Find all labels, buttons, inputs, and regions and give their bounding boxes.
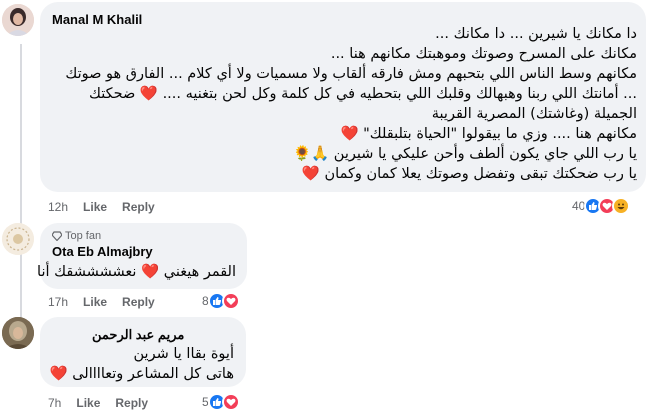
reaction-summary[interactable]: 8 bbox=[202, 292, 240, 310]
reply-button[interactable]: Reply bbox=[122, 200, 155, 214]
comment-actions: 12h Like Reply bbox=[48, 200, 155, 214]
comment-line: الجميلة (وغاشتك) المصرية القريبة bbox=[431, 106, 637, 122]
top-fan-label: Top fan bbox=[65, 230, 102, 242]
avatar[interactable] bbox=[2, 223, 34, 255]
reply-button[interactable]: Reply bbox=[122, 295, 155, 309]
avatar[interactable] bbox=[2, 4, 34, 36]
like-button[interactable]: Like bbox=[83, 200, 107, 214]
reaction-summary[interactable]: 40 bbox=[572, 197, 631, 215]
profile-photo-icon bbox=[2, 4, 34, 36]
avatar[interactable] bbox=[2, 317, 34, 349]
comment-author[interactable]: Ota Eb Almajbry bbox=[52, 244, 153, 259]
haha-icon bbox=[612, 197, 631, 215]
comment-line: يا رب اللي جاي يكون ألطف وأحن عليكي يا ش… bbox=[293, 146, 637, 162]
reaction-summary[interactable]: 5 bbox=[202, 393, 240, 411]
diamond-icon bbox=[52, 231, 62, 241]
profile-photo-icon bbox=[2, 223, 34, 255]
comment-line: يا رب ضحكتك تبقى وتفضل وصوتك يعلا كمان و… bbox=[301, 166, 637, 182]
comment-line: القمر هيغني ❤️ نعششششقك أنا bbox=[37, 264, 236, 280]
reply-button[interactable]: Reply bbox=[115, 396, 148, 410]
comment-line: ... أمانتك اللي ربنا وهبهالك وقلبك اللي … bbox=[89, 86, 637, 102]
comment-line: دا مكانك يا شيرين ... دا مكانك ... bbox=[435, 26, 637, 42]
comment-text: دا مكانك يا شيرين ... دا مكانك ... مكانك… bbox=[37, 24, 637, 184]
comment-text: أيوة بقاا يا شرين هاتى كل المشاعر وتعااا… bbox=[50, 344, 234, 384]
comment-line: أيوة بقاا يا شرين bbox=[133, 346, 234, 362]
like-button[interactable]: Like bbox=[76, 396, 100, 410]
comment-line: مكانهم وسط الناس اللي بتحبهم ومش فارقه أ… bbox=[65, 66, 637, 82]
comment-age[interactable]: 7h bbox=[48, 396, 61, 410]
comment-line: هاتى كل المشاعر وتعاااالى ❤️ bbox=[49, 366, 234, 382]
comment-actions: 17h Like Reply bbox=[48, 295, 155, 309]
love-icon bbox=[221, 292, 240, 310]
comment-line: مكانك على المسرح وصوتك وموهبتك مكانهم هن… bbox=[330, 46, 637, 62]
comment-age[interactable]: 12h bbox=[48, 200, 68, 214]
comment-actions: 7h Like Reply bbox=[48, 396, 148, 410]
comment-line: مكانهم هنا .... وزي ما بيقولوا "الحياة ب… bbox=[340, 126, 637, 142]
reaction-count: 40 bbox=[572, 199, 586, 213]
top-fan-badge: Top fan bbox=[52, 230, 101, 242]
comment-text: القمر هيغني ❤️ نعششششقك أنا bbox=[37, 262, 236, 282]
love-icon bbox=[221, 393, 240, 411]
profile-photo-icon bbox=[2, 317, 34, 349]
thread-line bbox=[20, 44, 30, 240]
comment-age[interactable]: 17h bbox=[48, 295, 68, 309]
comment-author[interactable]: مريم عبد الرحمن bbox=[92, 327, 184, 343]
like-button[interactable]: Like bbox=[83, 295, 107, 309]
